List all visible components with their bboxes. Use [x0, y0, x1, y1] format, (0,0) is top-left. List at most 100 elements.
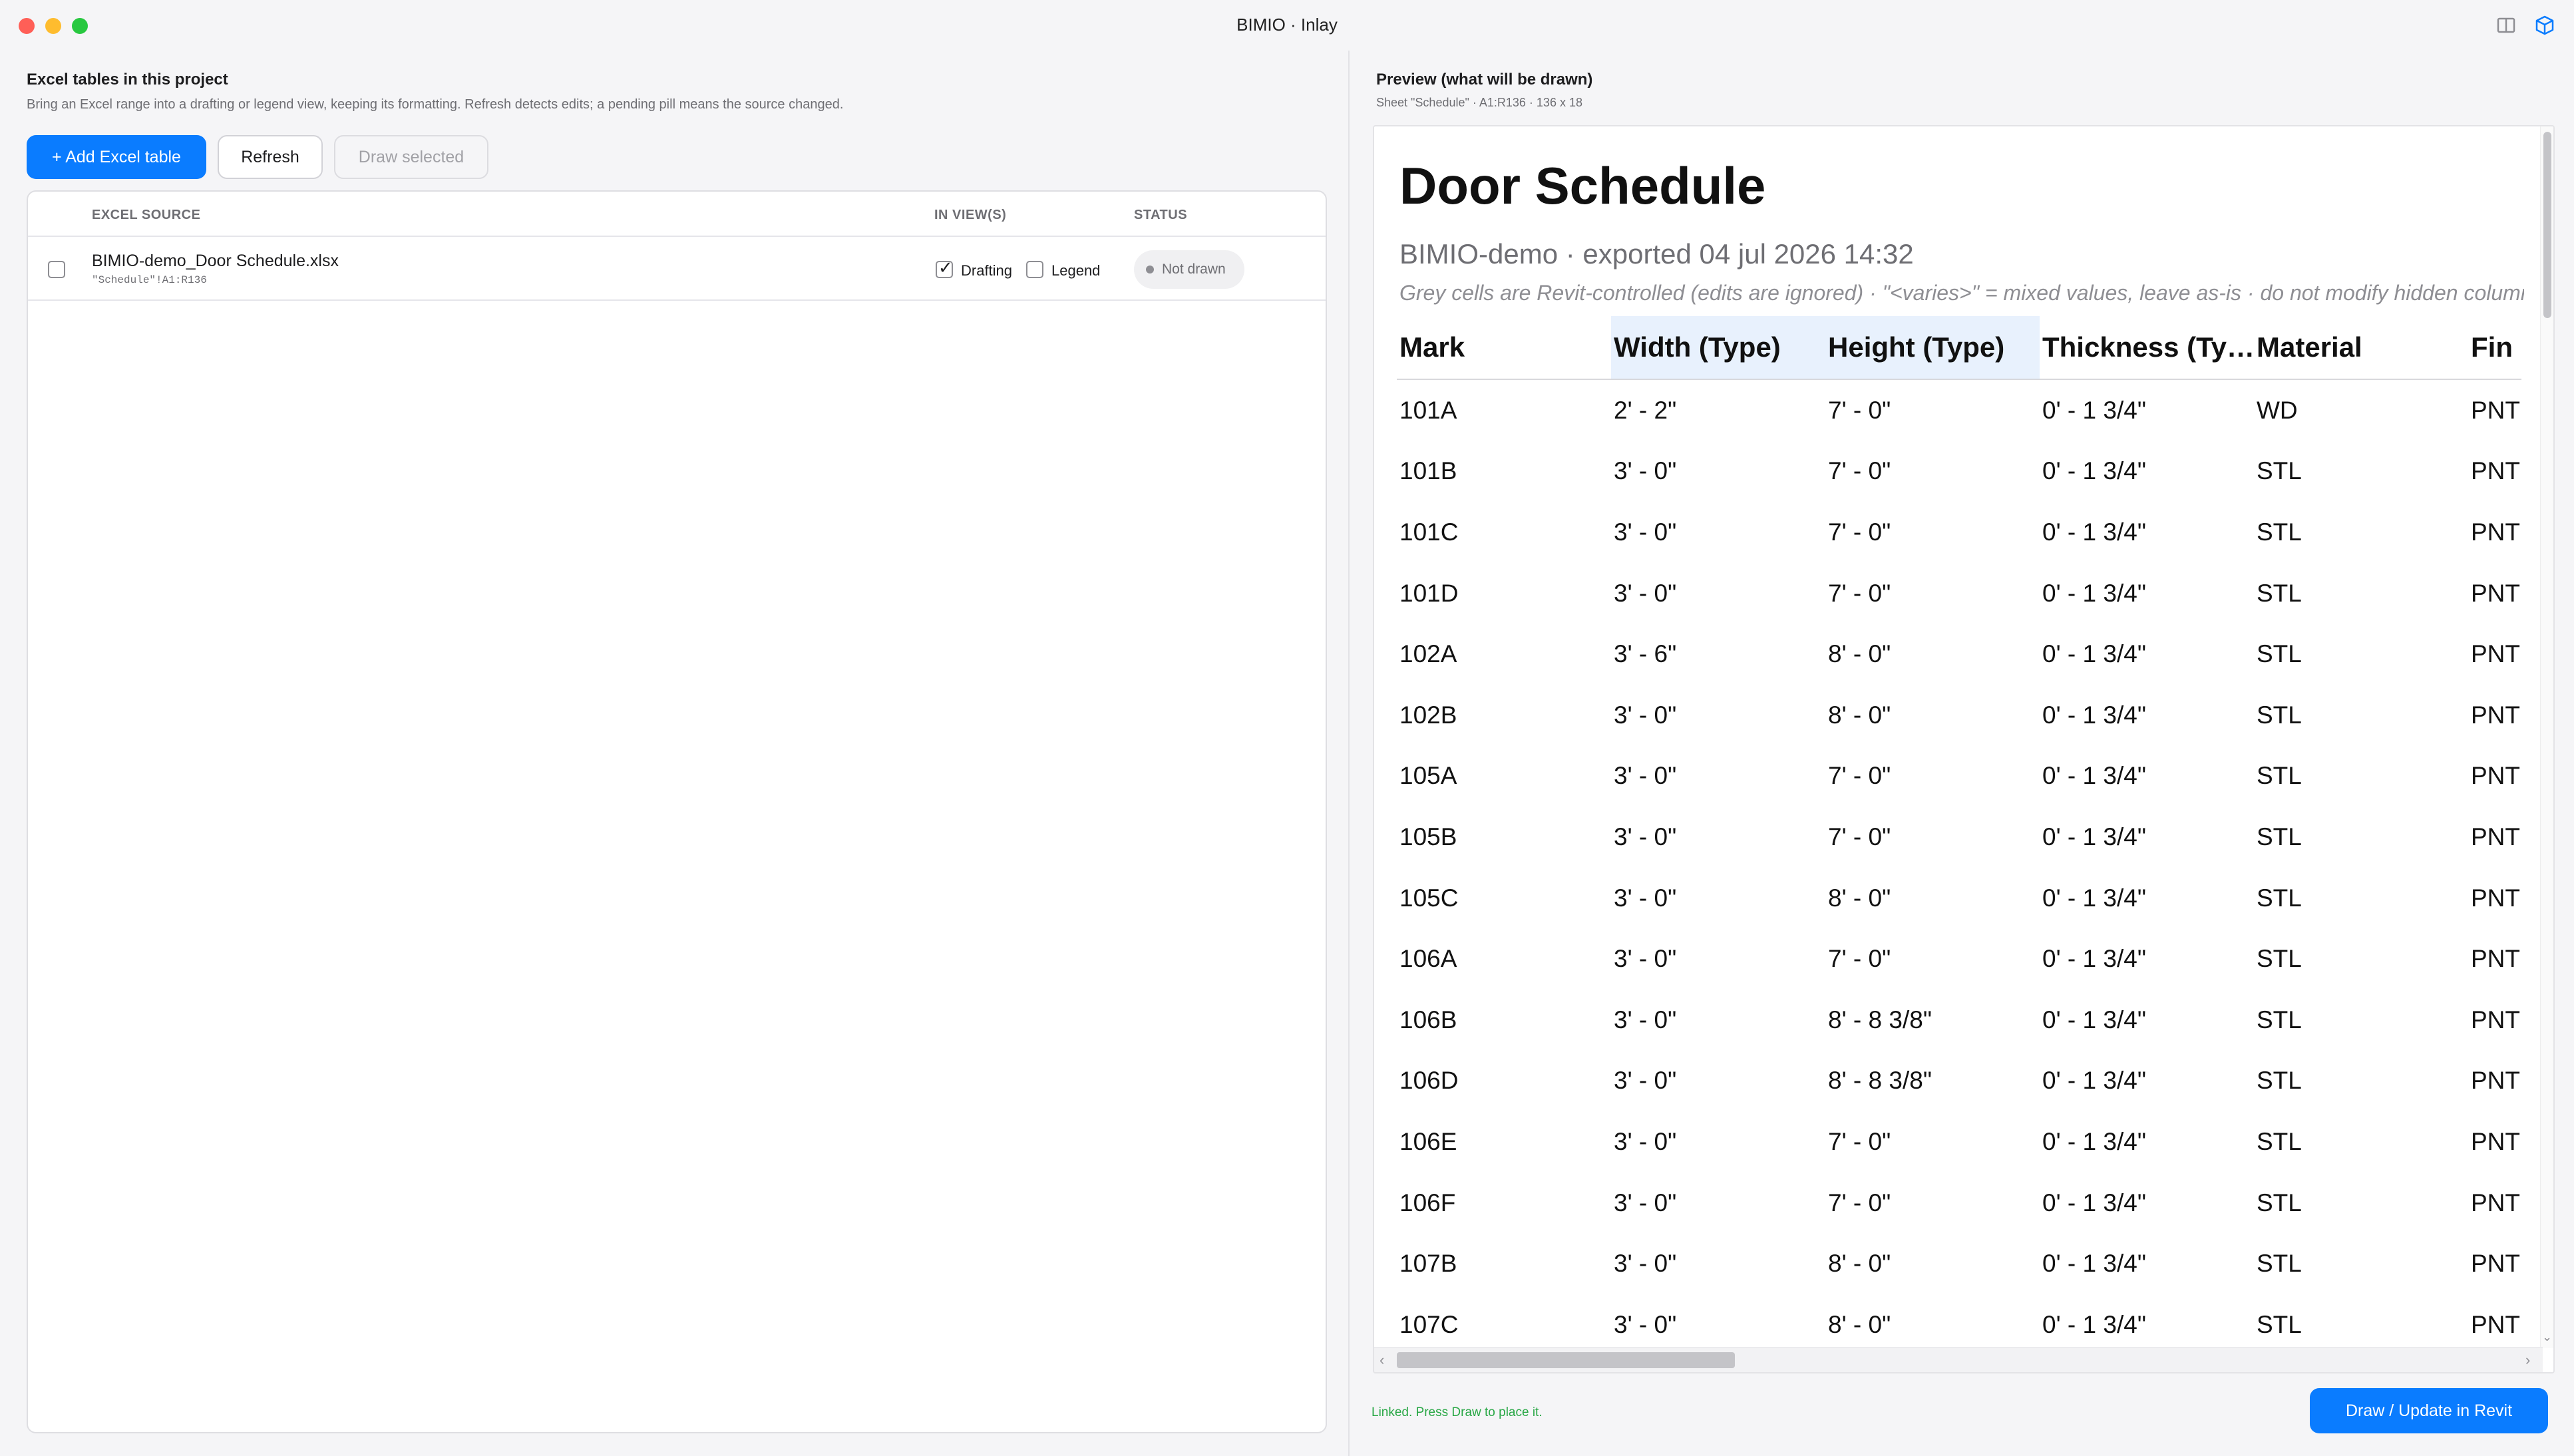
schedule-cell: PNT [2471, 1067, 2520, 1095]
drafting-label: Drafting [961, 262, 1013, 279]
schedule-row: 106D 3' - 0" 8' - 8 3/8" 0' - 1 3/4" STL PNT [1397, 1051, 2521, 1112]
schedule-cell: PNT [2471, 884, 2520, 912]
schedule-cell: 0' - 1 3/4" [2042, 1005, 2146, 1033]
schedule-cell: 8' - 0" [1828, 701, 1891, 729]
scroll-down-arrow-icon[interactable]: ⌄ [2542, 1330, 2552, 1344]
schedule-cell: 102A [1399, 640, 1457, 668]
status-dot-icon [1146, 266, 1154, 273]
schedule-cell: 0' - 1 3/4" [2042, 1188, 2146, 1216]
schedule-cell: 0' - 1 3/4" [2042, 822, 2146, 850]
schedule-cell: 105B [1399, 822, 1457, 850]
schedule-row: 102A 3' - 6" 8' - 0" 0' - 1 3/4" STL PNT [1397, 624, 2521, 685]
schedule-cell: 106D [1399, 1067, 1459, 1095]
draw-update-in-revit-button[interactable]: Draw / Update in Revit [2310, 1388, 2548, 1433]
schedule-column-header: Width (Type) [1611, 316, 1825, 379]
schedule-cell: 7' - 0" [1828, 396, 1891, 424]
source-range: "Schedule"!A1:R136 [92, 274, 207, 286]
legend-checkbox[interactable] [1026, 261, 1043, 278]
schedule-cell: STL [2257, 762, 2302, 790]
window-title: BIMIO · Inlay [1236, 15, 1338, 35]
horizontal-scroll-thumb[interactable] [1397, 1352, 1735, 1368]
scroll-right-arrow-icon[interactable]: › [2525, 1352, 2530, 1369]
schedule-cell: STL [2257, 518, 2302, 546]
column-header-status[interactable]: STATUS [1134, 208, 1187, 223]
row-select-checkbox[interactable] [48, 261, 65, 278]
schedule-column-header: Mark [1399, 331, 1465, 363]
schedule-cell: STL [2257, 1188, 2302, 1216]
schedule-cell: 3' - 0" [1614, 457, 1677, 485]
schedule-cell: PNT [2471, 701, 2520, 729]
schedule-cell: PNT [2471, 1250, 2520, 1278]
schedule-note: Grey cells are Revit-controlled (edits a… [1399, 281, 2524, 305]
schedule-cell: PNT [2471, 1127, 2520, 1155]
schedule-column-header: Fin [2471, 331, 2513, 363]
schedule-cell: 105C [1399, 884, 1459, 912]
horizontal-scrollbar[interactable]: ‹ › [1374, 1347, 2543, 1372]
schedule-cell: 105A [1399, 762, 1457, 790]
schedule-cell: 3' - 0" [1614, 518, 1677, 546]
schedule-cell: 106A [1399, 945, 1457, 973]
schedule-cell: 0' - 1 3/4" [2042, 1127, 2146, 1155]
schedule-cell: 106E [1399, 1127, 1457, 1155]
schedule-cell: 7' - 0" [1828, 945, 1891, 973]
schedule-cell: STL [2257, 701, 2302, 729]
section-subtitle: Bring an Excel range into a drafting or … [27, 97, 844, 112]
vertical-scroll-thumb[interactable] [2543, 132, 2551, 318]
schedule-cell: PNT [2471, 579, 2520, 607]
schedule-column-header: Thickness (Ty… [2042, 331, 2254, 363]
column-header-in-views[interactable]: IN VIEW(S) [934, 208, 1006, 223]
schedule-cell: PNT [2471, 762, 2520, 790]
scroll-left-arrow-icon[interactable]: ‹ [1379, 1352, 1384, 1369]
schedule-row: 101B 3' - 0" 7' - 0" 0' - 1 3/4" STL PNT [1397, 441, 2521, 502]
preview-panel: Preview (what will be drawn) Sheet "Sche… [1350, 51, 2574, 1456]
book-icon[interactable] [2494, 13, 2518, 37]
schedule-cell: 0' - 1 3/4" [2042, 1250, 2146, 1278]
schedule-cell: PNT [2471, 457, 2520, 485]
schedule-cell: 0' - 1 3/4" [2042, 1310, 2146, 1338]
schedule-cell: 3' - 0" [1614, 884, 1677, 912]
schedule-cell: STL [2257, 1250, 2302, 1278]
schedule-cell: 102B [1399, 701, 1457, 729]
schedule-cell: 3' - 0" [1614, 945, 1677, 973]
draw-selected-button[interactable]: Draw selected [334, 135, 488, 179]
schedule-cell: 8' - 8 3/8" [1828, 1005, 1932, 1033]
schedule-cell: PNT [2471, 1188, 2520, 1216]
schedule-cell: PNT [2471, 822, 2520, 850]
drafting-checkbox[interactable] [936, 258, 953, 278]
schedule-row: 101D 3' - 0" 7' - 0" 0' - 1 3/4" STL PNT [1397, 563, 2521, 624]
source-file-name: BIMIO-demo_Door Schedule.xlsx [92, 252, 339, 270]
schedule-cell: 107B [1399, 1250, 1457, 1278]
schedule-cell: 8' - 0" [1828, 640, 1891, 668]
schedule-cell: PNT [2471, 1310, 2520, 1338]
preview-canvas[interactable]: Door Schedule BIMIO-demo · exported 04 j… [1373, 125, 2555, 1373]
schedule-cell: 0' - 1 3/4" [2042, 640, 2146, 668]
schedule-row: 107B 3' - 0" 8' - 0" 0' - 1 3/4" STL PNT [1397, 1233, 2521, 1294]
schedule-cell: PNT [2471, 640, 2520, 668]
schedule-cell: STL [2257, 457, 2302, 485]
schedule-cell: 107C [1399, 1310, 1459, 1338]
schedule-cell: 8' - 0" [1828, 1250, 1891, 1278]
schedule-cell: 3' - 0" [1614, 1067, 1677, 1095]
schedule-row: 107C 3' - 0" 8' - 0" 0' - 1 3/4" STL PNT [1397, 1294, 2521, 1348]
schedule-cell: STL [2257, 1005, 2302, 1033]
excel-sources-table: EXCEL SOURCE IN VIEW(S) STATUS BIMIO-dem… [27, 190, 1327, 1433]
schedule-cell: PNT [2471, 945, 2520, 973]
add-excel-table-button[interactable]: + Add Excel table [27, 135, 206, 179]
schedule-document: Door Schedule BIMIO-demo · exported 04 j… [1374, 126, 2543, 1348]
schedule-cell: 3' - 0" [1614, 1250, 1677, 1278]
status-badge: Not drawn [1134, 250, 1244, 289]
schedule-cell: 7' - 0" [1828, 518, 1891, 546]
schedule-column-header: Material [2257, 331, 2362, 363]
schedule-cell: 101D [1399, 579, 1459, 607]
schedule-cell: STL [2257, 1127, 2302, 1155]
vertical-scrollbar[interactable]: ⌄ [2540, 126, 2553, 1348]
schedule-cell: 3' - 0" [1614, 1127, 1677, 1155]
cube-icon[interactable] [2533, 13, 2557, 37]
schedule-cell: 7' - 0" [1828, 457, 1891, 485]
refresh-button[interactable]: Refresh [218, 135, 323, 179]
column-header-excel-source[interactable]: EXCEL SOURCE [92, 208, 200, 223]
table-row[interactable]: BIMIO-demo_Door Schedule.xlsx "Schedule"… [28, 237, 1326, 301]
schedule-cell: PNT [2471, 518, 2520, 546]
schedule-cell: 3' - 6" [1614, 640, 1677, 668]
schedule-subtitle: BIMIO-demo · exported 04 jul 2026 14:32 [1399, 238, 1914, 270]
